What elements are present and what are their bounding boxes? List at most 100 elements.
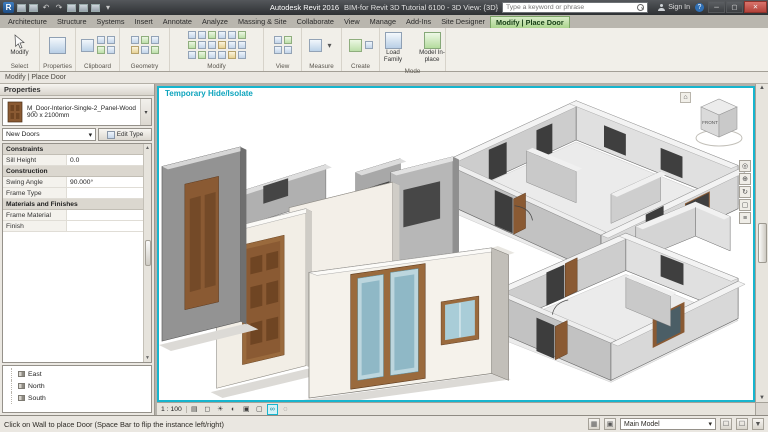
property-value[interactable]: 0.0 [67, 155, 151, 165]
model-3d-view[interactable]: Temporary Hide/Isolate ⌂ FRONT ◎ ⊕ ↻ ▢ ≡ [157, 86, 755, 402]
hide-icon[interactable] [274, 36, 282, 44]
sign-in-button[interactable]: Sign In [658, 2, 690, 13]
maximize-button[interactable]: ▢ [726, 1, 743, 13]
join-ends-icon[interactable] [198, 51, 206, 59]
model-in-place-button[interactable]: Model In-place [414, 30, 450, 65]
save-icon[interactable] [29, 4, 38, 12]
unpin-icon[interactable] [238, 41, 246, 49]
pan-icon[interactable]: ▢ [739, 199, 751, 211]
match-type-icon[interactable] [97, 46, 105, 54]
close-button[interactable]: ✕ [744, 1, 767, 13]
qat-dropdown-icon[interactable]: ▾ [103, 2, 113, 13]
scrollbar-thumb[interactable] [145, 240, 151, 266]
zoom-icon[interactable]: ⊕ [739, 173, 751, 185]
palette-scrollbar[interactable]: ▲ ▼ [143, 144, 151, 362]
help-icon[interactable]: ? [695, 3, 704, 12]
tab-insert[interactable]: Insert [130, 16, 158, 28]
filter-icon[interactable]: ▼ [752, 418, 764, 430]
open-icon[interactable] [17, 4, 26, 12]
split-face-icon[interactable] [141, 46, 149, 54]
show-crop-icon[interactable]: ▢ [254, 404, 265, 415]
measure-icon[interactable] [309, 39, 322, 52]
section-constraints[interactable]: Constraints ▲ [3, 144, 151, 155]
tab-add-ins[interactable]: Add-Ins [401, 16, 436, 28]
section-materials[interactable]: Materials and Finishes ▲ [3, 199, 151, 210]
browser-item-south[interactable]: South [11, 392, 151, 404]
paint-icon[interactable] [131, 46, 139, 54]
tab-site-designer[interactable]: Site Designer [436, 16, 490, 28]
mirror-icon[interactable] [208, 31, 216, 39]
scale-icon[interactable] [218, 41, 226, 49]
reveal-hidden-icon[interactable]: ◌ [280, 404, 291, 415]
tab-view[interactable]: View [339, 16, 365, 28]
3d-view-qat-icon[interactable] [91, 4, 100, 12]
paste-icon[interactable] [81, 39, 94, 52]
override-graphics-icon[interactable] [284, 36, 292, 44]
pin-icon[interactable] [228, 41, 236, 49]
minimize-button[interactable]: ─ [708, 1, 725, 13]
worksets-icon[interactable]: ▦ [588, 418, 600, 430]
copy-modify-icon[interactable] [228, 31, 236, 39]
visual-style-icon[interactable]: ◻ [202, 404, 213, 415]
type-selector[interactable]: M_Door-Interior-Single-2_Panel-Wood 900 … [2, 98, 152, 126]
panel-mode-label[interactable]: Mode [380, 67, 445, 76]
demolish-icon[interactable] [151, 46, 159, 54]
rotate-icon[interactable] [238, 31, 246, 39]
design-option-select[interactable]: Main Model ▾ [620, 418, 716, 430]
undo-icon[interactable]: ↶ [41, 2, 51, 13]
home-icon[interactable]: ⌂ [680, 92, 691, 103]
modify-button[interactable]: Modify [2, 32, 38, 59]
tab-massing-site[interactable]: Massing & Site [233, 16, 292, 28]
exclude-options-checkbox[interactable]: ☐ [720, 418, 732, 430]
browser-item-east[interactable]: East [11, 368, 151, 380]
array-icon[interactable] [208, 41, 216, 49]
vertical-scrollbar[interactable]: ▲ ▼ [755, 84, 768, 402]
view-scale[interactable]: 1 : 100 [161, 406, 187, 413]
scroll-down-icon[interactable]: ▼ [759, 395, 765, 401]
print-icon[interactable] [67, 4, 76, 12]
scroll-up-icon[interactable]: ▲ [759, 85, 765, 91]
trim-icon[interactable] [188, 41, 196, 49]
paste-aligned-icon[interactable] [107, 46, 115, 54]
detail-level-icon[interactable]: ▤ [189, 404, 200, 415]
properties-icon[interactable] [49, 37, 66, 54]
edit-type-button[interactable]: Edit Type [98, 128, 152, 141]
temporary-hide-isolate-icon[interactable]: ∞ [267, 404, 278, 415]
scroll-up-icon[interactable]: ▲ [145, 145, 150, 151]
property-value[interactable] [67, 221, 151, 231]
delete-icon[interactable] [188, 51, 196, 59]
offset-icon[interactable] [198, 31, 206, 39]
load-family-button[interactable]: Load Family [375, 30, 411, 65]
property-value[interactable] [67, 210, 151, 220]
properties-palette-header[interactable]: Properties [0, 84, 154, 96]
panel-properties-label[interactable]: Properties [40, 62, 75, 71]
sun-path-icon[interactable]: ☀ [215, 404, 226, 415]
scrollbar-thumb[interactable] [758, 223, 767, 263]
revit-logo-icon[interactable]: R [3, 2, 14, 13]
wall-joins-icon[interactable] [208, 51, 216, 59]
panel-clipboard-label[interactable]: Clipboard [76, 62, 119, 71]
browser-item-north[interactable]: North [11, 380, 151, 392]
tab-analyze[interactable]: Analyze [197, 16, 233, 28]
tab-collaborate[interactable]: Collaborate [292, 16, 339, 28]
linework-icon[interactable] [274, 46, 282, 54]
tab-modify-place-door[interactable]: Modify | Place Door [490, 16, 570, 28]
cut-icon[interactable] [97, 36, 105, 44]
steering-wheel-icon[interactable]: ◎ [739, 160, 751, 172]
cut-geometry-icon[interactable] [141, 36, 149, 44]
create-group-icon[interactable] [349, 39, 362, 52]
shadows-icon[interactable]: ◐ [228, 404, 239, 415]
redo-icon[interactable]: ↷ [54, 2, 64, 13]
orbit-icon[interactable]: ↻ [739, 186, 751, 198]
move-icon[interactable] [218, 31, 226, 39]
join-icon[interactable] [151, 36, 159, 44]
search-icon[interactable] [637, 4, 644, 11]
scroll-down-icon[interactable]: ▼ [145, 355, 150, 361]
search-input[interactable] [503, 3, 637, 12]
property-value[interactable] [67, 188, 151, 198]
split-icon[interactable] [198, 41, 206, 49]
measure-qat-icon[interactable] [79, 4, 88, 12]
panel-geometry-label[interactable]: Geometry [120, 62, 169, 71]
type-selector-dropdown-icon[interactable]: ▾ [140, 99, 151, 125]
panel-view-label[interactable]: View [264, 62, 301, 71]
